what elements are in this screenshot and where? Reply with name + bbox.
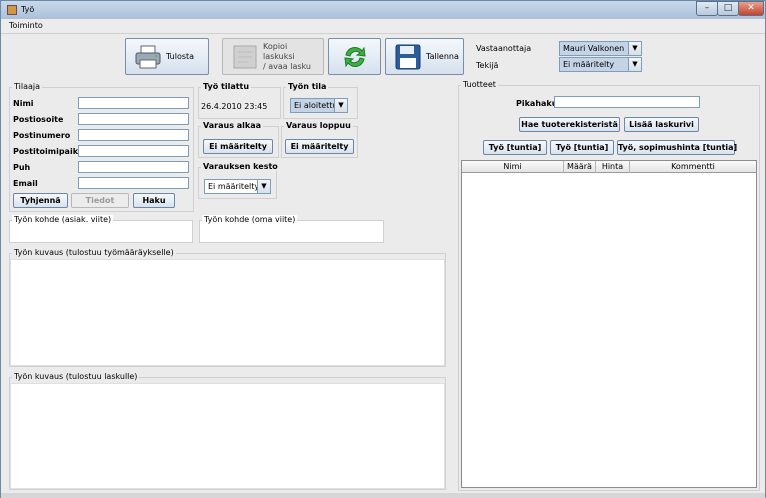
floppy-disk-icon (395, 44, 421, 70)
ordered-value: 26.4.2010 23:45 (201, 102, 268, 111)
title-bar: Työ – □ ✕ (1, 1, 765, 19)
phone-field[interactable] (78, 161, 189, 173)
close-button[interactable]: ✕ (738, 1, 764, 16)
work-order-desc-title: Työn kuvaus (tulostuu työmääräykselle) (12, 248, 176, 257)
work-hours-button[interactable]: Työ [tuntia] (483, 140, 547, 155)
maker-combo[interactable]: Ei määritelty ▼ (559, 57, 642, 72)
end-button[interactable]: Ei määritelty (285, 139, 354, 154)
minimize-button[interactable]: – (696, 1, 718, 16)
invoice-desc-textarea[interactable] (10, 383, 445, 489)
clear-button[interactable]: Tyhjennä (13, 193, 68, 208)
address-field[interactable] (78, 113, 189, 125)
products-table-header: Nimi Määrä Hinta Kommentti (462, 161, 756, 173)
name-label: Nimi (13, 99, 34, 108)
quick-search-label: Pikahaku (516, 99, 558, 108)
products-title: Tuotteet (461, 80, 498, 89)
print-label: Tulosta (166, 51, 195, 61)
dropdown-arrow-icon: ▼ (257, 180, 270, 193)
dropdown-arrow-icon: ▼ (628, 42, 641, 55)
work-contract-button[interactable]: Työ, sopimushinta [tuntia] (617, 140, 737, 155)
name-field[interactable] (78, 97, 189, 109)
invoice-desc-title: Työn kuvaus (tulostuu laskulle) (12, 372, 140, 381)
state-value: Ei aloitettu (294, 101, 338, 110)
customer-ref-title: Työn kohde (asiak. viite) (12, 215, 114, 224)
city-field[interactable] (78, 145, 189, 157)
duration-combo[interactable]: Ei määritelty ▼ (204, 179, 271, 194)
document-icon (233, 45, 257, 69)
postal-code-field[interactable] (78, 129, 189, 141)
state-combo[interactable]: Ei aloitettu ▼ (290, 98, 348, 113)
refresh-button[interactable] (328, 38, 381, 75)
menu-bar: Toiminto (1, 19, 765, 34)
column-comment[interactable]: Kommentti (630, 161, 756, 173)
end-title: Varaus loppuu (284, 121, 353, 130)
start-title: Varaus alkaa (201, 121, 263, 130)
duration-value: Ei määritelty (208, 182, 260, 191)
products-table[interactable]: Nimi Määrä Hinta Kommentti (461, 160, 757, 488)
search-button[interactable]: Haku (133, 193, 175, 208)
menu-toiminto[interactable]: Toiminto (9, 21, 43, 30)
address-label: Postiosoite (13, 115, 64, 124)
own-ref-group[interactable]: Työn kohde (oma viite) (199, 215, 384, 243)
maker-value: Ei määritelty (563, 60, 615, 69)
column-quantity[interactable]: Määrä (564, 161, 596, 173)
work-hours-button-2[interactable]: Työ [tuntia] (550, 140, 614, 155)
dropdown-arrow-icon: ▼ (628, 58, 641, 71)
start-button[interactable]: Ei määritelty (203, 139, 273, 154)
dropdown-arrow-icon: ▼ (334, 99, 347, 112)
postal-code-label: Postinumero (13, 131, 71, 140)
copy-invoice-label-1: Kopioi laskuksi (263, 41, 295, 61)
window-title: Työ (21, 5, 35, 14)
maker-label: Tekijä (476, 61, 499, 70)
state-title: Työn tila (286, 82, 329, 91)
main-window: Työ – □ ✕ Toiminto Tulosta Kopioi laskuk… (0, 0, 766, 498)
own-ref-title: Työn kohde (oma viite) (202, 215, 298, 224)
duration-title: Varauksen kesto (201, 162, 280, 171)
email-field[interactable] (78, 177, 189, 189)
print-button[interactable]: Tulosta (125, 38, 209, 75)
column-price[interactable]: Hinta (596, 161, 630, 173)
phone-label: Puh (13, 163, 31, 172)
app-icon (7, 5, 17, 15)
copy-invoice-button[interactable]: Kopioi laskuksi / avaa lasku (222, 38, 324, 75)
save-button[interactable]: Tallenna (385, 38, 464, 75)
fetch-registry-button[interactable]: Hae tuoterekisteristä (519, 117, 620, 132)
recipient-value: Mauri Valkonen (563, 44, 625, 53)
window-bottom-edge (1, 493, 765, 498)
quick-search-input[interactable] (554, 96, 700, 108)
column-name[interactable]: Nimi (462, 161, 564, 173)
info-button[interactable]: Tiedot (71, 193, 129, 208)
work-order-desc-textarea[interactable] (10, 259, 445, 366)
customer-ref-group[interactable]: Työn kohde (asiak. viite) (9, 215, 193, 243)
save-label: Tallenna (426, 51, 459, 61)
add-row-button[interactable]: Lisää laskurivi (624, 117, 699, 132)
refresh-icon (344, 46, 366, 68)
ordered-title: Työ tilattu (201, 82, 252, 91)
customer-group-title: Tilaaja (12, 82, 43, 91)
copy-invoice-label-2: / avaa lasku (263, 61, 311, 71)
printer-icon (135, 45, 161, 69)
recipient-label: Vastaanottaja (476, 44, 532, 53)
recipient-combo[interactable]: Mauri Valkonen ▼ (559, 41, 642, 56)
maximize-button[interactable]: □ (717, 1, 739, 16)
email-label: Email (13, 179, 38, 188)
